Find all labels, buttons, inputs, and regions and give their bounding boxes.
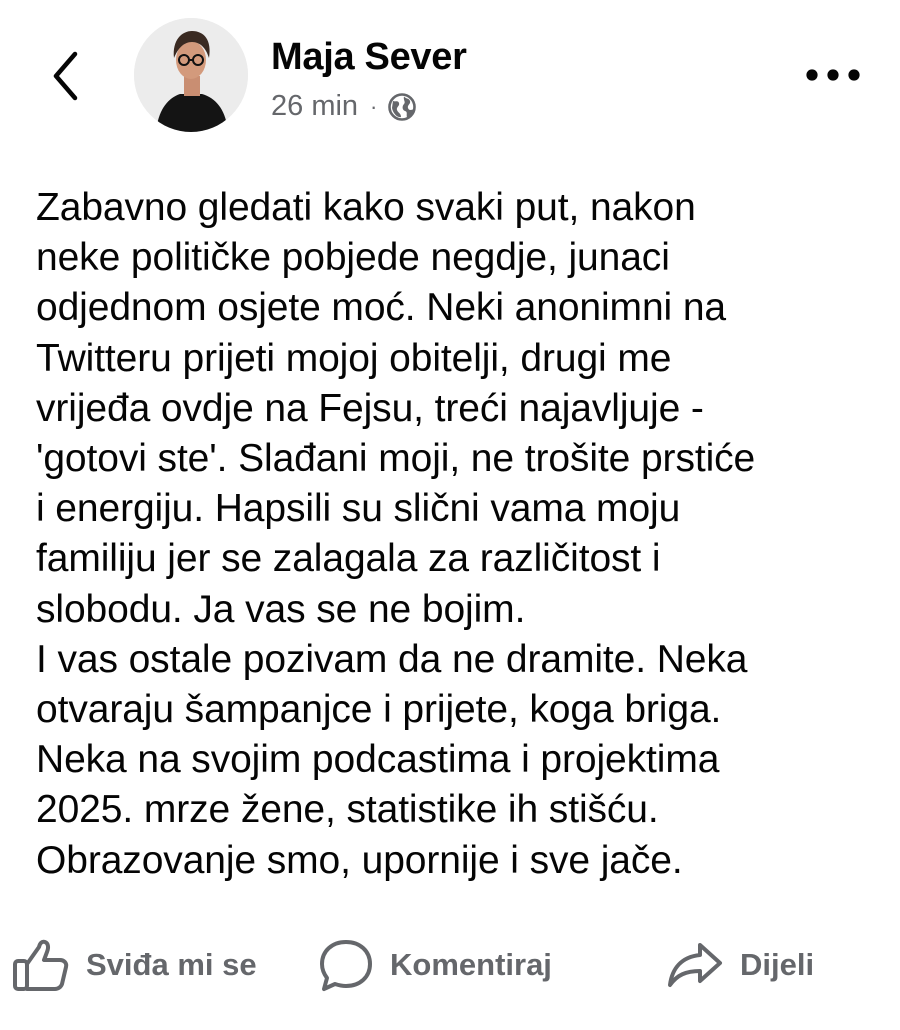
share-button[interactable]: Dijeli bbox=[666, 930, 814, 1000]
thumbs-up-icon bbox=[12, 937, 70, 993]
post-text-line: Obrazovanje smo, upornije i sve jače. bbox=[36, 838, 683, 882]
author-photo bbox=[134, 18, 248, 132]
post-text-line: odjednom osjete moć. Neki anonimni na bbox=[36, 286, 727, 330]
comment-label: Komentiraj bbox=[390, 947, 552, 982]
share-arrow-icon bbox=[666, 939, 724, 991]
avatar[interactable] bbox=[134, 18, 248, 132]
more-dots-icon bbox=[806, 69, 860, 81]
post-text-line: 2025. mrze žene, statistike ih stišću. bbox=[36, 788, 659, 832]
globe-icon[interactable] bbox=[387, 92, 417, 122]
comment-button[interactable]: Komentiraj bbox=[318, 930, 552, 1000]
author-name[interactable]: Maja Sever bbox=[271, 36, 467, 79]
post-text-line: 'gotovi ste'. Slađani moji, ne trošite p… bbox=[36, 437, 756, 481]
post-text-line: Zabavno gledati kako svaki put, nakon bbox=[36, 186, 696, 229]
share-label: Dijeli bbox=[740, 947, 815, 982]
post-text-line: Neka na svojim podcastima i projektima bbox=[36, 738, 720, 782]
chevron-left-icon bbox=[53, 51, 78, 101]
like-button[interactable]: Sviđa mi se bbox=[12, 930, 257, 1000]
post-text-line: Twitteru prijeti mojoj obitelji, drugi m… bbox=[36, 336, 672, 380]
post-text-line: vrijeđa ovdje na Fejsu, treći najavljuje… bbox=[36, 386, 704, 430]
post-text-line: slobodu. Ja vas se ne bojim. bbox=[36, 587, 526, 631]
post-text-line: familiju jer se zalagala za različitost … bbox=[36, 537, 661, 581]
post-view: Maja Sever 26 min · Zabavno gledati kako… bbox=[0, 0, 900, 1030]
post-text-line: neke političke pobjede negdje, junaci bbox=[36, 236, 670, 280]
more-options-button[interactable] bbox=[800, 58, 866, 92]
post-text-line: otvaraju šampanjce i prijete, koga briga… bbox=[36, 688, 722, 732]
post-body: Zabavno gledati kako svaki put, nakon ne… bbox=[36, 183, 876, 886]
meta-separator: · bbox=[370, 93, 378, 119]
like-label: Sviđa mi se bbox=[86, 947, 257, 982]
post-text-line: i energiju. Hapsili su slični vama moju bbox=[36, 487, 681, 531]
comment-bubble-icon bbox=[318, 937, 374, 993]
post-text-line: I vas ostale pozivam da ne dramite. Neka bbox=[36, 637, 748, 681]
post-time[interactable]: 26 min bbox=[271, 90, 358, 123]
post-action-bar: Sviđa mi se Komentiraj Dijeli bbox=[0, 930, 900, 1000]
back-button[interactable] bbox=[44, 48, 88, 104]
post-meta: 26 min · bbox=[271, 90, 417, 123]
